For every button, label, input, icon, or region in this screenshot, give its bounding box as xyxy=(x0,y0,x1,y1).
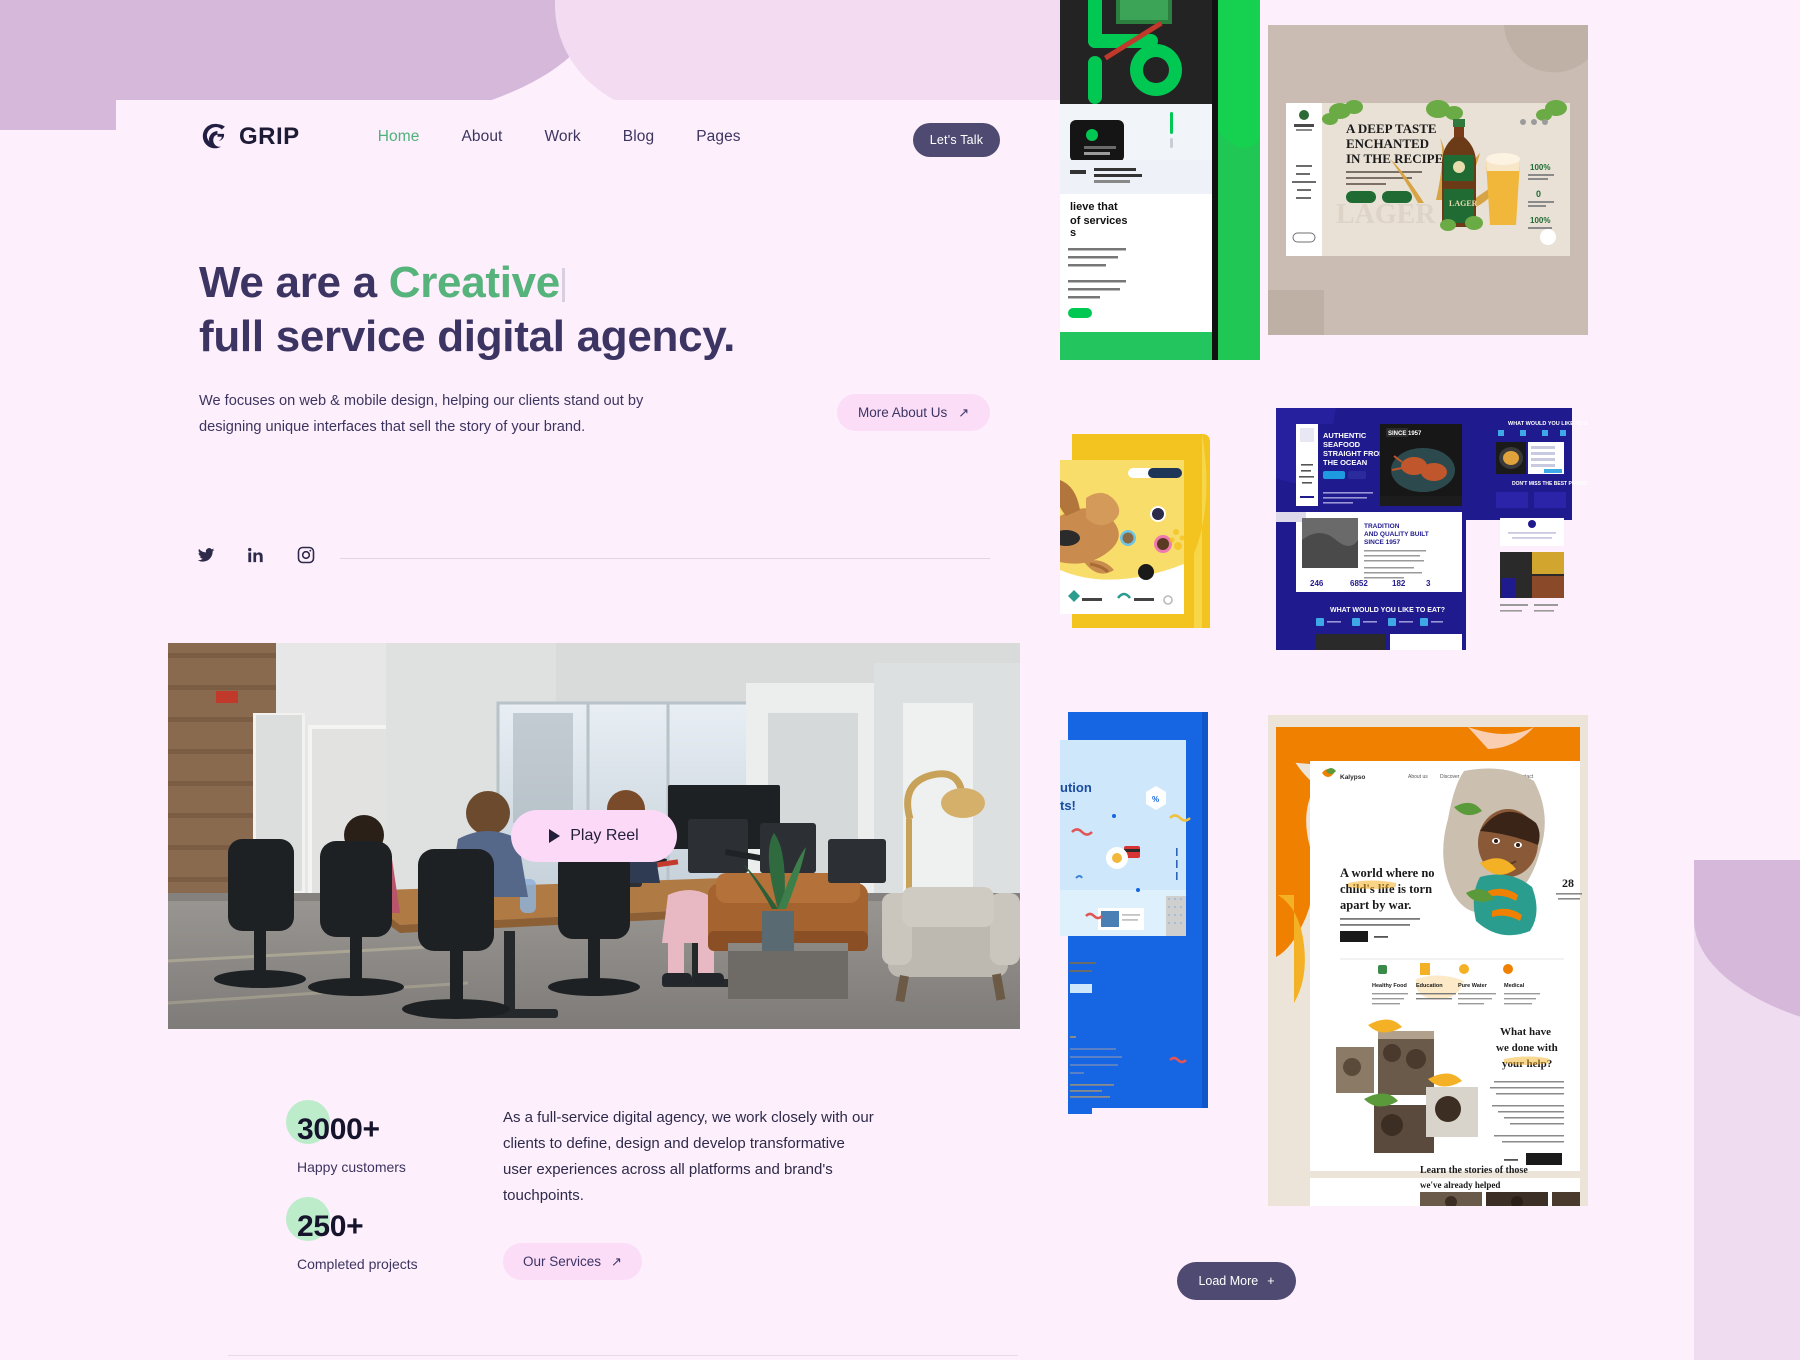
svg-text:THE OCEAN: THE OCEAN xyxy=(1323,458,1367,467)
svg-text:What have: What have xyxy=(1500,1026,1551,1038)
stat-happy-customers: 3000+ Happy customers xyxy=(286,1100,406,1175)
main-navigation: GRIP Home About Work Blog Pages xyxy=(200,122,741,152)
svg-text:SEAFOOD: SEAFOOD xyxy=(1323,440,1361,449)
social-divider xyxy=(340,558,990,559)
svg-text:TRADITION: TRADITION xyxy=(1364,523,1400,530)
instagram-icon[interactable] xyxy=(296,545,316,565)
svg-text:Discover: Discover xyxy=(1440,774,1460,780)
play-reel-label: Play Reel xyxy=(570,827,639,844)
svg-text:3: 3 xyxy=(1426,579,1431,588)
load-more-label: Load More xyxy=(1198,1274,1259,1288)
portfolio-card-lager-beer[interactable]: A DEEP TASTE ENCHANTED IN THE RECIPE. LA… xyxy=(1268,25,1588,335)
nav-links: Home About Work Blog Pages xyxy=(378,128,741,146)
svg-text:182: 182 xyxy=(1392,579,1406,588)
play-reel-button[interactable]: Play Reel xyxy=(511,810,677,862)
nav-item-work[interactable]: Work xyxy=(544,128,580,146)
svg-text:100%: 100% xyxy=(1530,216,1550,225)
svg-text:WHAT WOULD YOU LIKE TO EAT?: WHAT WOULD YOU LIKE TO EAT? xyxy=(1508,421,1588,427)
svg-text:Pure Water: Pure Water xyxy=(1458,983,1488,989)
grip-logo-icon xyxy=(202,123,225,149)
svg-text:we done with: we done with xyxy=(1496,1042,1558,1054)
svg-text:lieve that: lieve that xyxy=(1070,201,1118,213)
brand-logo[interactable]: GRIP xyxy=(200,122,300,152)
linkedin-icon[interactable] xyxy=(246,545,266,565)
portfolio-card-pet-care[interactable] xyxy=(1060,420,1260,640)
nav-item-blog[interactable]: Blog xyxy=(623,128,654,146)
stat-value: 250+ xyxy=(297,1210,364,1243)
svg-text:STRAIGHT FROM: STRAIGHT FROM xyxy=(1323,449,1386,458)
svg-text:AUTHENTIC: AUTHENTIC xyxy=(1323,431,1367,440)
social-links xyxy=(196,545,316,565)
svg-text:About us: About us xyxy=(1408,774,1428,780)
svg-text:Education: Education xyxy=(1416,983,1443,989)
svg-text:ution: ution xyxy=(1060,780,1092,795)
svg-text:of services: of services xyxy=(1070,215,1127,227)
svg-text:ENCHANTED: ENCHANTED xyxy=(1346,136,1429,151)
svg-text:100%: 100% xyxy=(1530,163,1550,172)
page-title: We are a Creative full service digital a… xyxy=(199,256,959,364)
svg-text:LAGER: LAGER xyxy=(1336,199,1436,230)
svg-text:AND QUALITY BUILT: AND QUALITY BUILT xyxy=(1364,531,1429,538)
nav-item-about[interactable]: About xyxy=(461,128,502,146)
svg-text:SINCE 1957: SINCE 1957 xyxy=(1388,431,1422,437)
hero-subtitle: We focuses on web & mobile design, helpi… xyxy=(199,393,644,435)
bg-shape-lilac-top-right xyxy=(555,0,1115,115)
svg-text:Medical: Medical xyxy=(1504,983,1525,989)
stat-completed-projects: 250+ Completed projects xyxy=(286,1197,418,1272)
svg-text:s: s xyxy=(1070,227,1076,239)
our-services-label: Our Services xyxy=(523,1254,602,1269)
more-about-us-button[interactable]: More About Us ↗ xyxy=(837,394,991,431)
portfolio-card-charity[interactable]: Kalypso About usDiscover What we helpCon… xyxy=(1268,715,1588,1180)
hero-line1-accent: Creative xyxy=(388,258,561,307)
svg-text:Kalypso: Kalypso xyxy=(1340,774,1365,781)
typing-caret xyxy=(561,268,565,302)
svg-text:0: 0 xyxy=(1536,189,1541,199)
portfolio-card-seafood[interactable]: AUTHENTIC SEAFOOD STRAIGHT FROM THE OCEA… xyxy=(1268,400,1588,650)
arrow-up-right-icon: ↗ xyxy=(958,405,970,420)
nav-item-pages[interactable]: Pages xyxy=(696,128,740,146)
svg-text:apart by war.: apart by war. xyxy=(1340,898,1411,912)
svg-text:Healthy Food: Healthy Food xyxy=(1372,983,1407,989)
nav-item-home[interactable]: Home xyxy=(378,128,420,146)
our-services-button[interactable]: Our Services ↗ xyxy=(503,1243,642,1280)
svg-text:IN THE RECIPE.: IN THE RECIPE. xyxy=(1346,151,1447,166)
load-more-button[interactable]: Load More + xyxy=(1177,1262,1296,1300)
svg-text:Learn the stories of those: Learn the stories of those xyxy=(1420,1165,1528,1176)
stat-value: 3000+ xyxy=(297,1113,380,1146)
stat-label: Happy customers xyxy=(297,1159,406,1175)
svg-text:SINCE 1957: SINCE 1957 xyxy=(1364,539,1401,546)
play-triangle-icon xyxy=(549,829,561,843)
brand-name: GRIP xyxy=(239,123,300,150)
stat-label: Completed projects xyxy=(297,1256,418,1272)
hero-line2: full service digital agency. xyxy=(199,312,736,361)
svg-text:DON'T MISS THE BEST PROMOTIONS: DON'T MISS THE BEST PROMOTIONS xyxy=(1512,481,1588,487)
plus-icon: + xyxy=(1267,1274,1275,1288)
about-paragraph: As a full-service digital agency, we wor… xyxy=(503,1109,874,1204)
hero-line1-prefix: We are a xyxy=(199,258,389,307)
svg-text:28: 28 xyxy=(1562,876,1574,890)
twitter-icon[interactable] xyxy=(196,545,216,565)
svg-text:ts!: ts! xyxy=(1060,798,1076,813)
portfolio-card-tech-support[interactable]: lieve that of services s xyxy=(1060,0,1260,360)
section-divider xyxy=(228,1355,1018,1356)
svg-text:we've already helped: we've already helped xyxy=(1420,1180,1500,1190)
svg-text:6852: 6852 xyxy=(1350,579,1368,588)
svg-text:LAGER: LAGER xyxy=(1449,199,1478,208)
svg-text:A world where no: A world where no xyxy=(1340,866,1435,880)
svg-text:246: 246 xyxy=(1310,579,1324,588)
more-about-us-label: More About Us xyxy=(858,405,948,420)
arrow-up-right-icon: ↗ xyxy=(611,1254,622,1269)
svg-text:WHAT WOULD YOU LIKE TO EAT?: WHAT WOULD YOU LIKE TO EAT? xyxy=(1330,607,1445,614)
svg-text:A DEEP TASTE: A DEEP TASTE xyxy=(1346,121,1437,136)
lets-talk-button[interactable]: Let's Talk xyxy=(913,123,1000,157)
portfolio-card-charity-footer[interactable]: we've already helped xyxy=(1268,1178,1588,1206)
portfolio-card-fintech[interactable]: ution ts! % xyxy=(1060,700,1260,1120)
svg-text:%: % xyxy=(1152,795,1159,804)
page-root: GRIP Home About Work Blog Pages Let's Ta… xyxy=(0,0,1800,1360)
